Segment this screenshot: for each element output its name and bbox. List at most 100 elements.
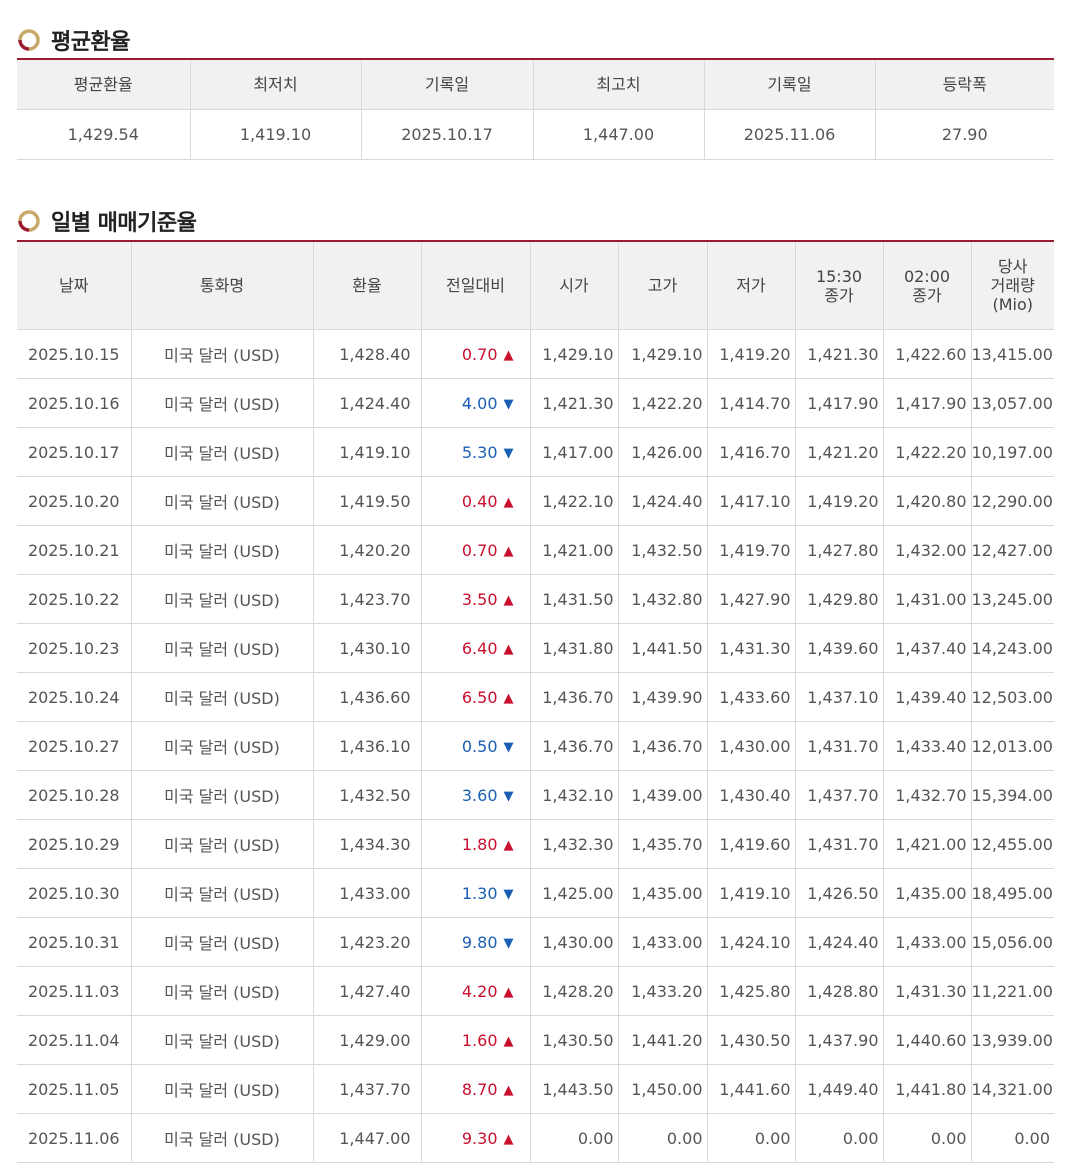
table-row: 2025.10.30 미국 달러 (USD) 1,433.00 1.30 ▼ 1,425.…: [17, 868, 1054, 918]
low-cell: 1,430.00: [706, 721, 795, 771]
change-value: 6.40: [461, 638, 498, 658]
high-cell: 1,435.70: [617, 819, 707, 869]
close-0200-cell: 0.00: [882, 1113, 971, 1163]
low-cell: 1,419.60: [706, 819, 795, 869]
date-cell: 2025.10.23: [17, 623, 131, 673]
open-cell: 1,436.70: [529, 672, 618, 722]
change-value: 1.60: [461, 1030, 498, 1050]
close-1530-cell: 1,431.70: [794, 721, 883, 771]
close-1530-cell: 1,429.80: [794, 574, 883, 624]
close-1530-cell: 1,437.90: [794, 1015, 883, 1065]
high-cell: 1,424.40: [617, 476, 707, 526]
triangle-up-icon: ▲: [503, 592, 514, 608]
daily-header-row: 날짜 통화명 환율 전일대비 시가 고가 저가 15:30 종가 02:00 종…: [17, 241, 1054, 330]
change-value: 3.50: [461, 589, 498, 609]
date-cell: 2025.11.04: [17, 1015, 131, 1065]
low-cell: 1,419.10: [706, 868, 795, 918]
low-cell: 0.00: [706, 1113, 795, 1163]
close-0200-cell: 1,431.00: [882, 574, 971, 624]
open-cell: 1,422.10: [529, 476, 618, 526]
header-rate: 환율: [312, 241, 421, 330]
header-high: 고가: [617, 241, 707, 330]
date-cell: 2025.11.06: [17, 1113, 131, 1163]
avg-header-cell: 기록일: [360, 59, 533, 110]
avg-value-cell: 1,419.10: [189, 109, 361, 160]
volume-cell: 14,243.00: [970, 623, 1054, 673]
table-row: 2025.10.20 미국 달러 (USD) 1,419.50 0.40 ▲ 1,422.…: [17, 476, 1054, 526]
table-row: 2025.10.27 미국 달러 (USD) 1,436.10 0.50 ▼ 1,436.…: [17, 721, 1054, 771]
currency-cell: 미국 달러 (USD): [130, 868, 313, 918]
close-1530-cell: 1,439.60: [794, 623, 883, 673]
change-cell: 8.70 ▲: [420, 1064, 530, 1114]
change-value: 0.40: [461, 491, 498, 511]
rate-cell: 1,420.20: [312, 525, 421, 575]
avg-value-row: 1,429.54 1,419.10 2025.10.17 1,447.00 20…: [17, 109, 1054, 160]
low-cell: 1,431.30: [706, 623, 795, 673]
avg-section-title: 평균환율: [17, 24, 130, 56]
close-1530-cell: 1,421.30: [794, 329, 883, 379]
open-cell: 1,431.80: [529, 623, 618, 673]
header-close-1530: 15:30 종가: [794, 241, 883, 330]
volume-cell: 14,321.00: [970, 1064, 1054, 1114]
daily-rate-table: 날짜 통화명 환율 전일대비 시가 고가 저가 15:30 종가 02:00 종…: [17, 240, 1054, 1163]
date-cell: 2025.10.24: [17, 672, 131, 722]
high-cell: 1,436.70: [617, 721, 707, 771]
rate-cell: 1,423.20: [312, 917, 421, 967]
change-value: 5.30: [461, 442, 498, 462]
high-cell: 1,426.00: [617, 427, 707, 477]
currency-cell: 미국 달러 (USD): [130, 917, 313, 967]
average-rate-table: 평균환율 최저치 기록일 최고치 기록일 등락폭 1,429.54 1,419.…: [17, 58, 1054, 160]
table-row: 2025.10.16 미국 달러 (USD) 1,424.40 4.00 ▼ 1,421.…: [17, 378, 1054, 428]
date-cell: 2025.10.21: [17, 525, 131, 575]
table-row: 2025.10.22 미국 달러 (USD) 1,423.70 3.50 ▲ 1,431.…: [17, 574, 1054, 624]
header-currency: 통화명: [130, 241, 313, 330]
avg-value-cell: 27.90: [874, 109, 1054, 160]
daily-section-title: 일별 매매기준율: [17, 205, 197, 237]
close-1530-cell: 1,449.40: [794, 1064, 883, 1114]
volume-cell: 15,056.00: [970, 917, 1054, 967]
currency-cell: 미국 달러 (USD): [130, 672, 313, 722]
volume-cell: 13,939.00: [970, 1015, 1054, 1065]
rate-cell: 1,419.50: [312, 476, 421, 526]
avg-header-row: 평균환율 최저치 기록일 최고치 기록일 등락폭: [17, 59, 1054, 110]
rate-cell: 1,433.00: [312, 868, 421, 918]
low-cell: 1,419.70: [706, 525, 795, 575]
circle-logo-icon: [17, 28, 41, 52]
rate-cell: 1,436.60: [312, 672, 421, 722]
close-1530-cell: 1,419.20: [794, 476, 883, 526]
currency-cell: 미국 달러 (USD): [130, 770, 313, 820]
high-cell: 1,432.50: [617, 525, 707, 575]
table-row: 2025.10.21 미국 달러 (USD) 1,420.20 0.70 ▲ 1,421.…: [17, 525, 1054, 575]
low-cell: 1,441.60: [706, 1064, 795, 1114]
volume-cell: 15,394.00: [970, 770, 1054, 820]
change-cell: 6.50 ▲: [420, 672, 530, 722]
change-cell: 4.20 ▲: [420, 966, 530, 1016]
currency-cell: 미국 달러 (USD): [130, 721, 313, 771]
high-cell: 1,439.00: [617, 770, 707, 820]
open-cell: 1,421.00: [529, 525, 618, 575]
table-row: 2025.11.03 미국 달러 (USD) 1,427.40 4.20 ▲ 1,428.…: [17, 966, 1054, 1016]
low-cell: 1,425.80: [706, 966, 795, 1016]
currency-cell: 미국 달러 (USD): [130, 819, 313, 869]
avg-header-cell: 최고치: [532, 59, 704, 110]
date-cell: 2025.10.15: [17, 329, 131, 379]
avg-value-cell: 2025.10.17: [360, 109, 533, 160]
high-cell: 1,441.20: [617, 1015, 707, 1065]
volume-cell: 12,455.00: [970, 819, 1054, 869]
change-cell: 0.70 ▲: [420, 525, 530, 575]
high-cell: 1,429.10: [617, 329, 707, 379]
rate-cell: 1,436.10: [312, 721, 421, 771]
close-0200-cell: 1,433.40: [882, 721, 971, 771]
close-0200-cell: 1,432.70: [882, 770, 971, 820]
currency-cell: 미국 달러 (USD): [130, 966, 313, 1016]
table-row: 2025.10.15 미국 달러 (USD) 1,428.40 0.70 ▲ 1,429.…: [17, 329, 1054, 379]
close-1530-cell: 1,421.20: [794, 427, 883, 477]
table-row: 2025.10.31 미국 달러 (USD) 1,423.20 9.80 ▼ 1,430.…: [17, 917, 1054, 967]
date-cell: 2025.10.16: [17, 378, 131, 428]
currency-cell: 미국 달러 (USD): [130, 1113, 313, 1163]
change-value: 3.60: [461, 785, 498, 805]
low-cell: 1,424.10: [706, 917, 795, 967]
close-0200-cell: 1,420.80: [882, 476, 971, 526]
avg-title-text: 평균환율: [51, 30, 130, 55]
volume-cell: 11,221.00: [970, 966, 1054, 1016]
